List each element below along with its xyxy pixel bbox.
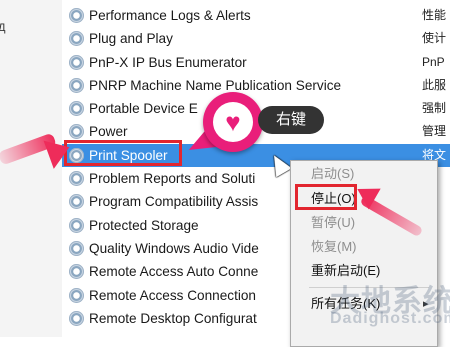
service-row[interactable]: PnP-X IP Bus Enumerator [62,51,422,74]
service-row[interactable]: Plug and Play [62,27,422,50]
service-gear-icon [69,217,84,233]
right-click-tooltip: 右键 [258,106,324,134]
menu-item-all-tasks[interactable]: 所有任务(K) ▸ [311,293,429,315]
service-gear-icon [69,8,84,23]
service-description: 管理 [422,124,447,139]
service-name: Quality Windows Audio Vide [89,240,259,256]
chevron-right-icon: ▸ [423,298,429,310]
service-gear-icon [69,77,84,93]
print-spooler-highlight-box [64,140,182,166]
service-description: 强制 [422,101,447,116]
service-name: Plug and Play [89,31,173,47]
menu-item-start[interactable]: 启动(S) [311,163,354,185]
service-gear-icon [69,240,84,256]
service-name: PnP-X IP Bus Enumerator [89,54,247,70]
stop-option-highlight-box [295,184,357,210]
menu-separator [309,287,429,288]
service-gear-icon [69,101,84,117]
menu-item-restart[interactable]: 重新启动(E) [311,260,380,282]
service-name: PNRP Machine Name Publication Service [89,77,342,93]
service-gear-icon [69,124,84,140]
service-gear-icon [69,171,84,187]
service-name: Problem Reports and Soluti [89,171,256,187]
menu-item-pause[interactable]: 暂停(U) [311,212,355,234]
service-name: Remote Access Connection [89,287,256,303]
service-gear-icon [69,194,84,210]
service-row[interactable]: Performance Logs & Alerts [62,4,422,27]
service-name: Program Compatibility Assis [89,194,259,210]
menu-item-all-tasks-label: 所有任务(K) [311,296,381,311]
service-name: Remote Access Auto Conne [89,264,259,280]
service-gear-icon [69,287,84,303]
service-name: Remote Desktop Configurat [89,310,257,326]
description-column: 性能 使计 PnP 此服 强制 管理 将文 [422,4,450,168]
service-description: 使计 [422,31,447,46]
menu-item-resume[interactable]: 恢复(M) [311,236,357,258]
heart-icon: ♥ [213,102,253,142]
service-name: Performance Logs & Alerts [89,8,251,23]
heart-badge: ♥ [203,92,263,152]
service-gear-icon [69,310,84,326]
service-gear-icon [69,31,84,47]
service-description: 性能 [422,8,447,22]
service-gear-icon [69,264,84,280]
service-description: 此服 [422,77,447,92]
service-gear-icon [69,54,84,70]
service-name: Protected Storage [89,217,199,233]
service-description: PnP [422,54,445,69]
service-name: Portable Device E [89,101,198,117]
left-pane-text-fragment: Д [0,22,6,34]
